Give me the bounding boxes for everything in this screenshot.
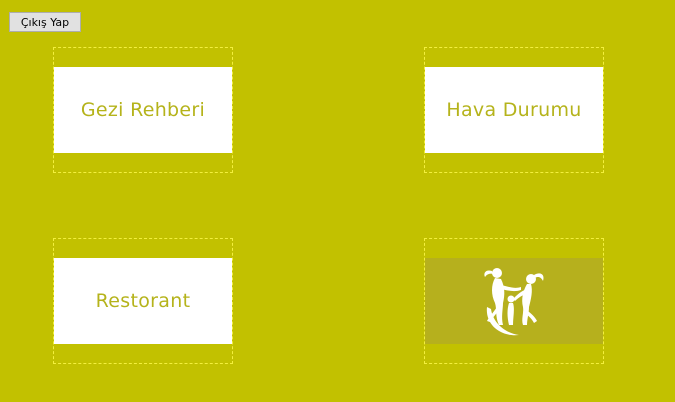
tile-card: Hava Durumu (425, 67, 603, 153)
tile-card: Restorant (54, 258, 232, 344)
tile-label: Hava Durumu (446, 99, 582, 121)
tile-logo[interactable] (424, 238, 604, 364)
tile-card (425, 258, 603, 344)
logout-button[interactable]: Çıkış Yap (9, 12, 81, 32)
tile-label: Restorant (95, 290, 191, 312)
tile-gezi-rehberi[interactable]: Gezi Rehberi (53, 47, 233, 173)
dancing-figures-logo-icon (484, 268, 544, 336)
tile-card: Gezi Rehberi (54, 67, 232, 153)
tile-restorant[interactable]: Restorant (53, 238, 233, 364)
tile-hava-durumu[interactable]: Hava Durumu (424, 47, 604, 173)
tile-label: Gezi Rehberi (80, 99, 206, 121)
